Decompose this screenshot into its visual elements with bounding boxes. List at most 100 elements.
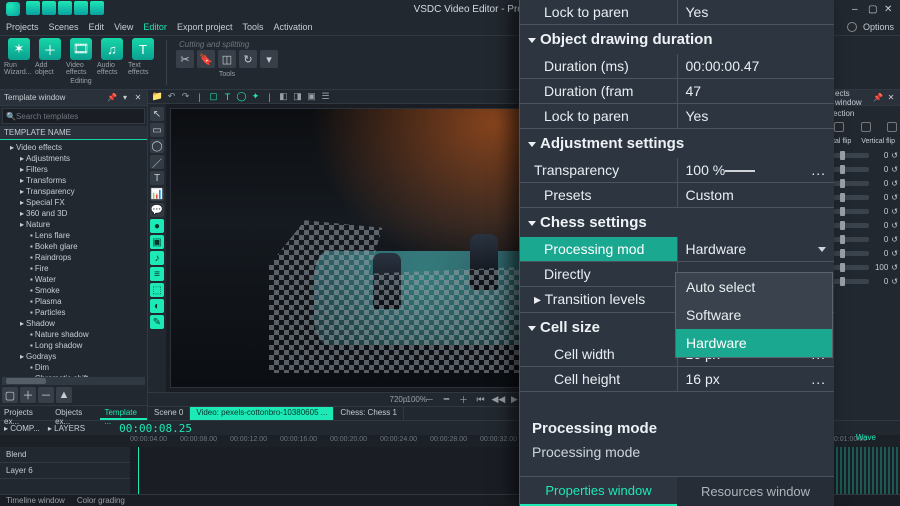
procmode-value[interactable]: Hardware — [677, 237, 834, 262]
rec4-icon[interactable]: ≡ — [150, 267, 164, 281]
search-input[interactable]: 🔍 Search templates — [2, 108, 145, 124]
zoom-slider-icon[interactable]: ━ — [441, 394, 453, 405]
menu-view[interactable]: View — [114, 22, 133, 32]
tree-item[interactable]: ▪Plasma — [2, 296, 145, 307]
tree-item[interactable]: ▸Special FX — [2, 197, 145, 208]
tree-item[interactable]: ▸360 and 3D — [2, 208, 145, 219]
marker-icon[interactable]: 🔖 — [197, 50, 215, 68]
maximize-icon[interactable]: ▢ — [868, 4, 878, 14]
comp-tab[interactable]: ▸ COMP... — [4, 424, 40, 433]
ellipse-icon[interactable]: ◯ — [150, 139, 164, 153]
fill-icon[interactable]: ▢ — [208, 91, 219, 102]
pin2-icon[interactable]: 📌 — [873, 93, 883, 103]
zoom-pct[interactable]: 100% — [407, 395, 419, 404]
slider-row[interactable]: 0↺ — [831, 148, 900, 162]
track-layer6[interactable]: Layer 6 — [0, 463, 130, 479]
folder-icon[interactable]: 📁 — [152, 91, 163, 102]
dd-auto[interactable]: Auto select — [676, 273, 832, 301]
text-effects-button[interactable]: TText effects — [128, 38, 158, 76]
tab-objects[interactable]: Objects ex... — [51, 406, 100, 420]
dur-ms-value[interactable]: 00:00:00.47 — [677, 54, 834, 79]
tab-projects[interactable]: Projects ex... — [0, 406, 51, 420]
vflip-icon[interactable] — [887, 122, 897, 132]
tree-item[interactable]: ▪Nature shadow — [2, 329, 145, 340]
first-icon[interactable]: ⏮ — [475, 394, 487, 405]
dropdown-icon[interactable]: ▾ — [120, 93, 130, 103]
tab-template[interactable]: Template ... — [100, 406, 147, 420]
window-controls[interactable]: –▢ ✕ — [846, 4, 894, 15]
tab-properties[interactable]: Properties window — [520, 477, 677, 506]
add-object-button[interactable]: ＋Add object — [35, 38, 65, 76]
rec6-icon[interactable]: ◐ — [150, 299, 164, 313]
refresh-icon[interactable] — [834, 122, 844, 132]
objects-panel[interactable]: ects window📌✕ ection tal flip Vertical f… — [830, 90, 900, 420]
tree-item[interactable]: ▪Dim — [2, 362, 145, 373]
menu-projects[interactable]: Projects — [6, 22, 39, 32]
cell-h-value[interactable]: 16 px... — [677, 367, 834, 392]
text-icon[interactable]: T — [150, 171, 164, 185]
head-duration[interactable]: Object drawing duration — [520, 25, 834, 55]
rec7-icon[interactable]: ✎ — [150, 315, 164, 329]
tree-item[interactable]: ▪Lens flare — [2, 230, 145, 241]
menu-export[interactable]: Export project — [177, 22, 233, 32]
left-tool-strip[interactable]: ↖ ▭ ◯ ／ T 📊 💬 ● ▣ ♪ ≡ ⬚ ◐ ✎ — [148, 104, 166, 392]
tab-color-grading[interactable]: Color grading — [71, 495, 131, 506]
menu-editor[interactable]: Editor — [143, 22, 167, 32]
procmode-dropdown[interactable]: Auto select Software Hardware — [675, 272, 833, 358]
wave-label[interactable]: Wave — [856, 433, 876, 442]
zoom-in-icon[interactable]: ＋ — [458, 393, 470, 406]
slider-row[interactable]: 0↺ — [831, 204, 900, 218]
tree-item[interactable]: ▸Nature — [2, 219, 145, 230]
menu-tools[interactable]: Tools — [242, 22, 263, 32]
tab-chess[interactable]: Chess: Chess 1 — [334, 407, 403, 420]
align-c-icon[interactable]: ◨ — [292, 91, 303, 102]
template-tree[interactable]: ▸Video effects▸Adjustments▸Filters▸Trans… — [0, 140, 147, 377]
align-r-icon[interactable]: ▣ — [306, 91, 317, 102]
tab-scene[interactable]: Scene 0 — [148, 407, 190, 420]
align-l-icon[interactable]: ◧ — [278, 91, 289, 102]
rotate-icon[interactable]: ↻ — [239, 50, 257, 68]
pointer-icon[interactable]: ↖ — [150, 107, 164, 121]
run-wizard-button[interactable]: ✶Run Wizard... — [4, 38, 34, 76]
prev-icon[interactable]: ◀◀ — [492, 394, 504, 405]
track-labels[interactable]: Blend Layer 6 — [0, 447, 130, 494]
rec2-icon[interactable]: ▣ — [150, 235, 164, 249]
playhead[interactable] — [138, 447, 139, 494]
resolution-label[interactable]: 720p — [390, 395, 402, 404]
rec1-icon[interactable]: ● — [150, 219, 164, 233]
template-head[interactable]: Template window 📌▾✕ — [0, 90, 147, 106]
chat-icon[interactable]: 💬 — [150, 203, 164, 217]
more-icon[interactable]: ▾ — [260, 50, 278, 68]
transparency-value[interactable]: 100 %... — [677, 158, 834, 183]
tree-item[interactable]: ▪Bokeh glare — [2, 241, 145, 252]
close-icon[interactable]: ✕ — [884, 4, 894, 14]
minimize-icon[interactable]: – — [852, 4, 862, 14]
tool-buttons[interactable]: ✂ 🔖 ◫ ↻ ▾ — [175, 49, 279, 69]
undo-icon[interactable]: ↶ — [166, 91, 177, 102]
tree-item[interactable]: ▸Filters — [2, 164, 145, 175]
add-icon[interactable]: ＋ — [20, 387, 36, 403]
tree-item[interactable]: ▪Raindrops — [2, 252, 145, 263]
zoom-out-icon[interactable]: － — [424, 393, 436, 406]
chart-icon[interactable]: 📊 — [150, 187, 164, 201]
options-link[interactable]: Options — [863, 22, 894, 32]
rect-icon[interactable]: ▭ — [150, 123, 164, 137]
slider-row[interactable]: 0↺ — [831, 176, 900, 190]
slider-row[interactable]: 100↺ — [831, 260, 900, 274]
dd-hardware[interactable]: Hardware — [676, 329, 832, 357]
tree-item[interactable]: ▪Fire — [2, 263, 145, 274]
rec5-icon[interactable]: ⬚ — [150, 283, 164, 297]
tree-item[interactable]: ▪Smoke — [2, 285, 145, 296]
prop-lock-value[interactable]: Yes — [677, 0, 834, 25]
dd-software[interactable]: Software — [676, 301, 832, 329]
track-blend[interactable]: Blend — [0, 447, 130, 463]
open-icon[interactable]: ▢ — [2, 387, 18, 403]
hflip-icon[interactable] — [861, 122, 871, 132]
line-icon[interactable]: ／ — [150, 155, 164, 169]
tab-video[interactable]: Video: pexels-cottonbro-10380605 ... — [190, 407, 334, 420]
gear-icon[interactable] — [847, 22, 857, 32]
slider-row[interactable]: 0↺ — [831, 232, 900, 246]
left-tabs[interactable]: Projects ex... Objects ex... Template ..… — [0, 405, 147, 420]
tree-item[interactable]: ▸Transparency — [2, 186, 145, 197]
tree-item[interactable]: ▸Godrays — [2, 351, 145, 362]
